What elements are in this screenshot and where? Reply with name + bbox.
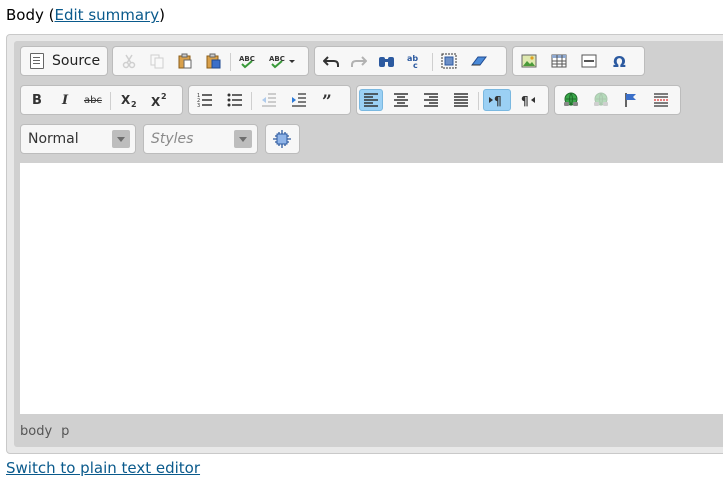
special-character-icon[interactable]: Ω: [607, 50, 631, 72]
source-icon: [30, 53, 44, 69]
edit-group: ab c: [314, 46, 507, 76]
switch-to-plain-text-link[interactable]: Switch to plain text editor: [6, 459, 200, 477]
bold-icon[interactable]: B: [25, 89, 49, 111]
separator: [110, 92, 111, 110]
outdent-icon[interactable]: [257, 89, 281, 111]
editor-toolbar-area: Source ABC ABC ab c Ω B I abc X 2 X 2 1 …: [14, 41, 723, 447]
svg-text:2: 2: [161, 92, 167, 101]
justify-icon[interactable]: [449, 89, 473, 111]
page-break-icon[interactable]: [649, 89, 673, 111]
table-icon[interactable]: [547, 50, 571, 72]
path-item-body[interactable]: body: [20, 424, 52, 439]
horizontal-rule-icon[interactable]: [577, 50, 601, 72]
insert-group: Ω: [512, 46, 645, 76]
styles-combo-arrow-icon[interactable]: [234, 130, 252, 148]
undo-icon[interactable]: [319, 50, 343, 72]
bulleted-list-icon[interactable]: [223, 89, 247, 111]
editor-content-area[interactable]: [20, 163, 723, 414]
basic-styles-group: B I abc X2 X2: [20, 85, 183, 115]
svg-text:¶: ¶: [521, 94, 529, 108]
separator: [230, 53, 231, 71]
lists-group: 123 ”: [188, 85, 351, 115]
editor-frame: Source ABC ABC ab c Ω B I abc X 2 X 2 1 …: [6, 34, 723, 454]
spellcheck-as-you-type-icon[interactable]: ABC: [263, 50, 303, 72]
svg-text:c: c: [413, 61, 418, 69]
path-item-p[interactable]: p: [61, 424, 69, 439]
strikethrough-icon[interactable]: abc: [81, 89, 105, 111]
select-all-icon[interactable]: [437, 50, 461, 72]
separator: [251, 92, 252, 110]
subscript-icon[interactable]: X2: [117, 89, 141, 111]
source-label: Source: [52, 53, 101, 69]
styles-combo[interactable]: Styles: [143, 124, 258, 154]
separator: [478, 92, 479, 110]
svg-text:X: X: [121, 93, 131, 107]
spellcheck-icon[interactable]: ABC: [235, 50, 259, 72]
paren-close: ): [159, 6, 165, 24]
link-icon[interactable]: [559, 89, 583, 111]
svg-text:2: 2: [131, 100, 137, 108]
field-title: Body: [6, 6, 44, 24]
align-left-icon[interactable]: [359, 89, 383, 111]
italic-icon[interactable]: I: [53, 89, 77, 111]
clipboard-group: ABC ABC: [112, 46, 309, 76]
source-button[interactable]: Source: [24, 50, 108, 72]
text-direction-ltr-icon[interactable]: ¶: [483, 89, 511, 111]
replace-icon[interactable]: ab c: [403, 50, 427, 72]
indent-icon[interactable]: [287, 89, 311, 111]
source-group: Source: [20, 46, 108, 76]
svg-text:”: ”: [322, 92, 332, 108]
remove-format-icon[interactable]: [467, 50, 491, 72]
blockquote-icon[interactable]: ”: [317, 89, 341, 111]
image-icon[interactable]: [517, 50, 541, 72]
edit-summary-link[interactable]: Edit summary: [55, 6, 160, 24]
links-group: [554, 85, 681, 115]
align-right-icon[interactable]: [419, 89, 443, 111]
styles-combo-value: Styles: [151, 131, 194, 147]
cut-icon[interactable]: [117, 50, 141, 72]
paste-icon[interactable]: [173, 50, 197, 72]
copy-icon[interactable]: [145, 50, 169, 72]
numbered-list-icon[interactable]: 123: [193, 89, 217, 111]
maximize-group: [265, 124, 300, 154]
redo-icon[interactable]: [347, 50, 371, 72]
align-center-icon[interactable]: [389, 89, 413, 111]
field-label: Body (Edit summary): [6, 5, 165, 25]
element-path-bar: body p: [20, 424, 78, 439]
svg-text:3: 3: [197, 103, 200, 108]
text-direction-rtl-icon[interactable]: ¶: [515, 89, 543, 111]
svg-text:¶: ¶: [494, 94, 502, 108]
svg-text:Ω: Ω: [613, 53, 626, 69]
alignment-group: ¶ ¶: [356, 85, 549, 115]
format-combo-value: Normal: [28, 131, 79, 147]
superscript-icon[interactable]: X2: [147, 89, 171, 111]
anchor-flag-icon[interactable]: [619, 89, 643, 111]
maximize-icon[interactable]: [270, 128, 294, 150]
format-combo-arrow-icon[interactable]: [112, 130, 130, 148]
find-icon[interactable]: [375, 50, 399, 72]
format-combo[interactable]: Normal: [20, 124, 136, 154]
separator: [432, 53, 433, 71]
unlink-icon[interactable]: [589, 89, 613, 111]
svg-text:X: X: [151, 95, 161, 108]
paste-from-word-icon[interactable]: [201, 50, 225, 72]
